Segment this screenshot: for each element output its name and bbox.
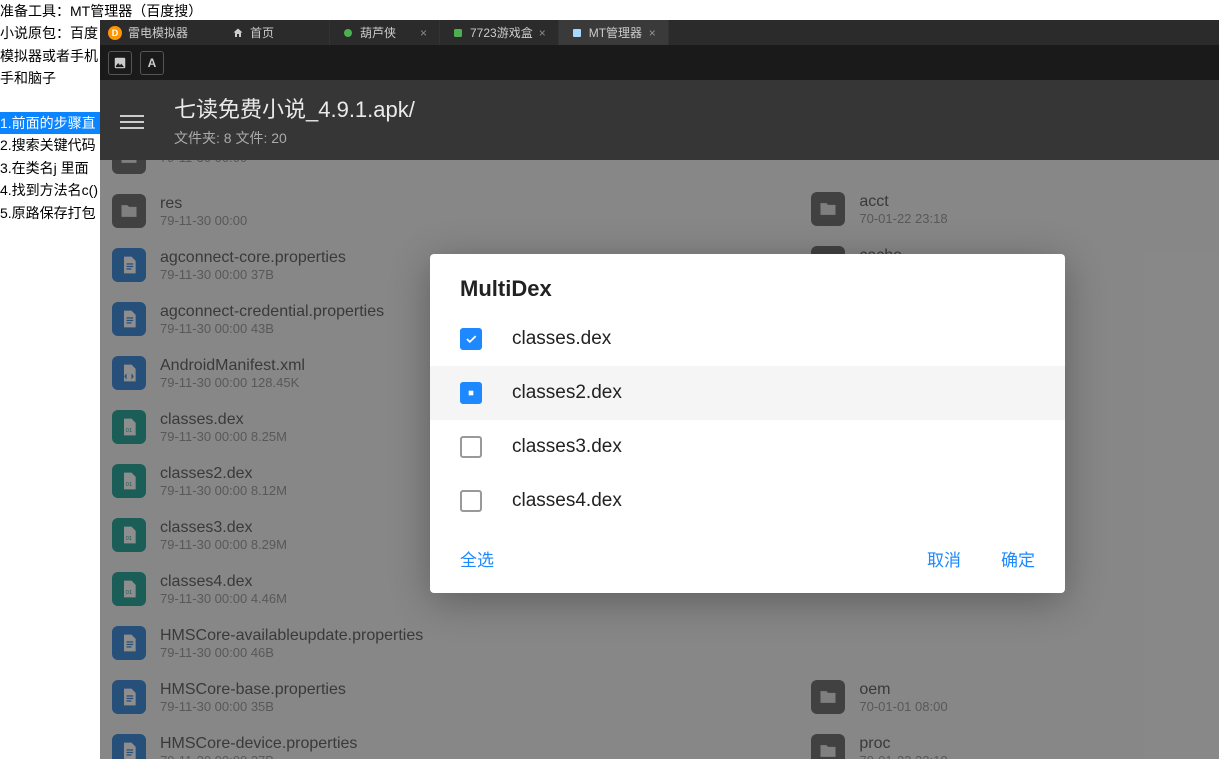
app-icon: [452, 27, 464, 39]
path-title: 七读免费小说_4.9.1.apk/: [174, 92, 415, 124]
dex-icon: 01: [112, 518, 146, 552]
file-icon: [112, 626, 146, 660]
file-meta: 79-11-30 00:00 8.29M: [160, 537, 287, 552]
tab-mt-manager[interactable]: MT管理器 ×: [559, 20, 669, 45]
svg-text:01: 01: [126, 428, 132, 434]
file-name: classes3.dex: [160, 519, 287, 537]
file-meta: 70-01-22 23:18: [859, 211, 947, 226]
menu-icon[interactable]: [120, 111, 144, 129]
file-icon: [112, 302, 146, 336]
tab-home[interactable]: 首页: [220, 20, 330, 45]
checkbox-icon[interactable]: [460, 436, 482, 458]
dex-option[interactable]: classes4.dex: [430, 474, 1065, 528]
file-meta: 79-11-30 00:00 37B: [160, 753, 357, 759]
home-icon: [232, 27, 244, 39]
app-icon: [571, 27, 583, 39]
option-label: classes3.dex: [512, 436, 622, 458]
path-subtitle: 文件夹: 8 文件: 20: [174, 128, 415, 148]
dex-option[interactable]: classes2.dex: [430, 366, 1065, 420]
file-name: classes2.dex: [160, 465, 287, 483]
app-header: 七读免费小说_4.9.1.apk/ 文件夹: 8 文件: 20: [100, 80, 1219, 160]
file-name: agconnect-core.properties: [160, 249, 346, 267]
tab-huluxia[interactable]: 葫芦侠 ×: [330, 20, 440, 45]
file-meta: 79-11-30 00:00 4.46M: [160, 591, 287, 606]
file-row[interactable]: proc70-01-22 23:18: [799, 724, 1219, 759]
ok-button[interactable]: 确定: [1001, 546, 1035, 571]
close-icon[interactable]: ×: [420, 26, 427, 40]
dex-icon: 01: [112, 410, 146, 444]
file-row[interactable]: res79-11-30 00:00: [100, 184, 799, 238]
file-meta: 79-11-30 00:00 43B: [160, 321, 384, 336]
option-label: classes.dex: [512, 328, 611, 350]
file-name: proc: [859, 735, 947, 753]
close-icon[interactable]: ×: [539, 26, 546, 40]
file-meta: 70-01-01 08:00: [859, 699, 947, 714]
file-icon: [112, 248, 146, 282]
file-name: classes4.dex: [160, 573, 287, 591]
folder-icon: [112, 194, 146, 228]
dex-icon: 01: [112, 464, 146, 498]
option-label: classes2.dex: [512, 382, 622, 404]
file-name: HMSCore-base.properties: [160, 681, 346, 699]
checkbox-icon[interactable]: [460, 490, 482, 512]
dex-icon: 01: [112, 572, 146, 606]
file-name: classes.dex: [160, 411, 287, 429]
file-row[interactable]: 79-11-30 00:00: [100, 160, 799, 184]
file-meta: 79-11-30 00:00: [160, 213, 247, 228]
svg-text:01: 01: [126, 590, 132, 596]
checkbox-icon[interactable]: [460, 382, 482, 404]
file-row[interactable]: acct70-01-22 23:18: [799, 182, 1219, 236]
tab-7723[interactable]: 7723游戏盒 ×: [440, 20, 559, 45]
xml-icon: [112, 356, 146, 390]
svg-text:01: 01: [126, 536, 132, 542]
app-icon: [342, 27, 354, 39]
file-name: acct: [859, 193, 947, 211]
select-all-button[interactable]: 全选: [460, 546, 494, 571]
file-meta: 79-11-30 00:00 8.12M: [160, 483, 287, 498]
file-name: AndroidManifest.xml: [160, 357, 305, 375]
file-row[interactable]: oem70-01-01 08:00: [799, 670, 1219, 724]
file-name: oem: [859, 681, 947, 699]
file-meta: 79-11-30 00:00 46B: [160, 645, 423, 660]
file-meta: 70-01-22 23:18: [859, 753, 947, 759]
folder-icon: [811, 734, 845, 759]
emulator-toolbar: A: [100, 45, 1219, 80]
file-meta: 79-11-30 00:00 128.45K: [160, 375, 305, 390]
file-meta: 79-11-30 00:00 8.25M: [160, 429, 287, 444]
file-name: res: [160, 195, 247, 213]
cancel-button[interactable]: 取消: [927, 546, 961, 571]
file-row[interactable]: HMSCore-device.properties79-11-30 00:00 …: [100, 724, 799, 759]
file-icon: [112, 734, 146, 759]
dialog-title: MultiDex: [430, 254, 1065, 312]
checkbox-icon[interactable]: [460, 328, 482, 350]
file-name: agconnect-credential.properties: [160, 303, 384, 321]
file-meta: 79-11-30 00:00 37B: [160, 267, 346, 282]
option-label: classes4.dex: [512, 490, 622, 512]
emulator-logo-icon: D: [108, 26, 122, 40]
file-meta: 79-11-30 00:00 35B: [160, 699, 346, 714]
file-icon: [112, 680, 146, 714]
file-name: HMSCore-availableupdate.properties: [160, 627, 423, 645]
emulator-tabs: 首页 葫芦侠 × 7723游戏盒 × MT管理器 ×: [220, 20, 669, 45]
file-meta: 79-11-30 00:00: [160, 160, 247, 165]
image-icon[interactable]: [108, 51, 132, 75]
text-icon[interactable]: A: [140, 51, 164, 75]
folder-icon: [112, 160, 146, 174]
dex-option[interactable]: classes3.dex: [430, 420, 1065, 474]
multidex-dialog: MultiDex classes.dex classes2.dex classes3…: [430, 254, 1065, 593]
svg-text:01: 01: [126, 482, 132, 488]
file-row[interactable]: HMSCore-availableupdate.properties79-11-…: [100, 616, 799, 670]
emulator-title: 雷电模拟器: [128, 24, 188, 41]
close-icon[interactable]: ×: [649, 26, 656, 40]
file-name: HMSCore-device.properties: [160, 735, 357, 753]
folder-icon: [811, 192, 845, 226]
folder-icon: [811, 680, 845, 714]
file-row[interactable]: HMSCore-base.properties79-11-30 00:00 35…: [100, 670, 799, 724]
dex-option[interactable]: classes.dex: [430, 312, 1065, 366]
